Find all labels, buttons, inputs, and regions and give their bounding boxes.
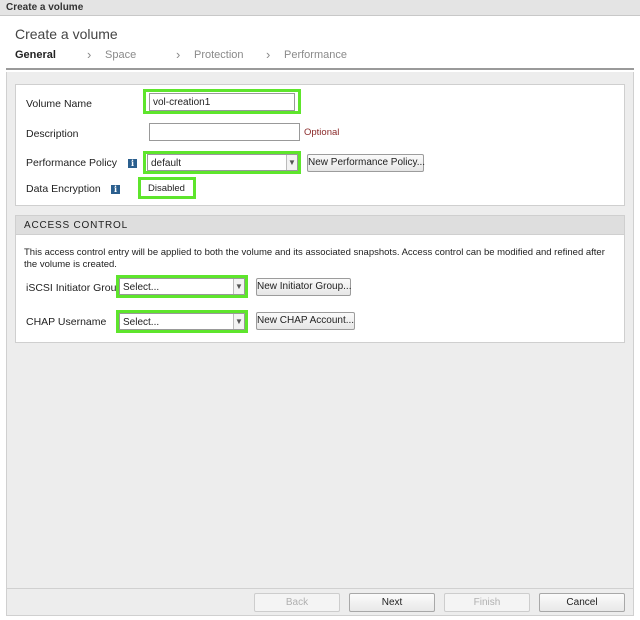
chevron-down-icon: ▼ xyxy=(286,155,297,170)
step-performance[interactable]: Performance xyxy=(284,49,347,61)
new-initiator-group-button[interactable]: New Initiator Group... xyxy=(256,278,351,296)
info-icon[interactable]: i xyxy=(111,185,120,194)
cancel-button[interactable]: Cancel xyxy=(539,593,625,612)
data-encryption-label: Data Encryption xyxy=(26,183,101,195)
chevron-down-icon: ▼ xyxy=(233,279,244,294)
access-control-panel: ACCESS CONTROL This access control entry… xyxy=(15,215,625,343)
wizard-footer: Back Next Finish Cancel xyxy=(6,588,634,616)
window-titlebar: Create a volume xyxy=(0,0,640,16)
back-button[interactable]: Back xyxy=(254,593,340,612)
volume-name-input[interactable] xyxy=(149,93,295,111)
iscsi-initiator-group-value: Select... xyxy=(123,282,160,293)
iscsi-initiator-group-label: iSCSI Initiator Group xyxy=(26,282,123,294)
optional-hint: Optional xyxy=(304,127,340,138)
chevron-down-icon: ▼ xyxy=(233,314,244,329)
performance-policy-select[interactable]: default ▼ xyxy=(147,154,298,171)
iscsi-initiator-group-select[interactable]: Select... ▼ xyxy=(119,278,245,295)
access-control-header: ACCESS CONTROL xyxy=(16,216,624,235)
step-protection[interactable]: Protection xyxy=(194,49,244,61)
volume-name-label: Volume Name xyxy=(26,98,92,110)
page-title: Create a volume xyxy=(15,26,118,42)
wizard-header: Create a volume General › Space › Protec… xyxy=(6,18,634,70)
description-label: Description xyxy=(26,128,79,140)
access-control-description: This access control entry will be applie… xyxy=(24,247,605,270)
description-input[interactable] xyxy=(149,123,300,141)
new-chap-account-button[interactable]: New CHAP Account... xyxy=(256,312,355,330)
step-space[interactable]: Space xyxy=(105,49,136,61)
finish-button[interactable]: Finish xyxy=(444,593,530,612)
wizard-content: Volume Name Description Optional Perform… xyxy=(6,72,634,588)
chevron-right-icon: › xyxy=(87,47,92,62)
access-control-title: ACCESS CONTROL xyxy=(24,220,128,231)
performance-policy-value: default xyxy=(151,158,182,169)
info-icon[interactable]: i xyxy=(128,159,137,168)
chevron-right-icon: › xyxy=(266,47,271,62)
performance-policy-label: Performance Policy xyxy=(26,157,118,169)
window-title: Create a volume xyxy=(6,2,84,13)
data-encryption-status: Disabled xyxy=(148,183,185,194)
chap-username-value: Select... xyxy=(123,317,160,328)
chap-username-select[interactable]: Select... ▼ xyxy=(119,313,245,330)
chevron-right-icon: › xyxy=(176,47,181,62)
step-general[interactable]: General xyxy=(15,49,56,61)
next-button[interactable]: Next xyxy=(349,593,435,612)
chap-username-label: CHAP Username xyxy=(26,316,107,328)
new-performance-policy-button[interactable]: New Performance Policy... xyxy=(307,154,425,172)
general-panel: Volume Name Description Optional Perform… xyxy=(15,84,625,206)
